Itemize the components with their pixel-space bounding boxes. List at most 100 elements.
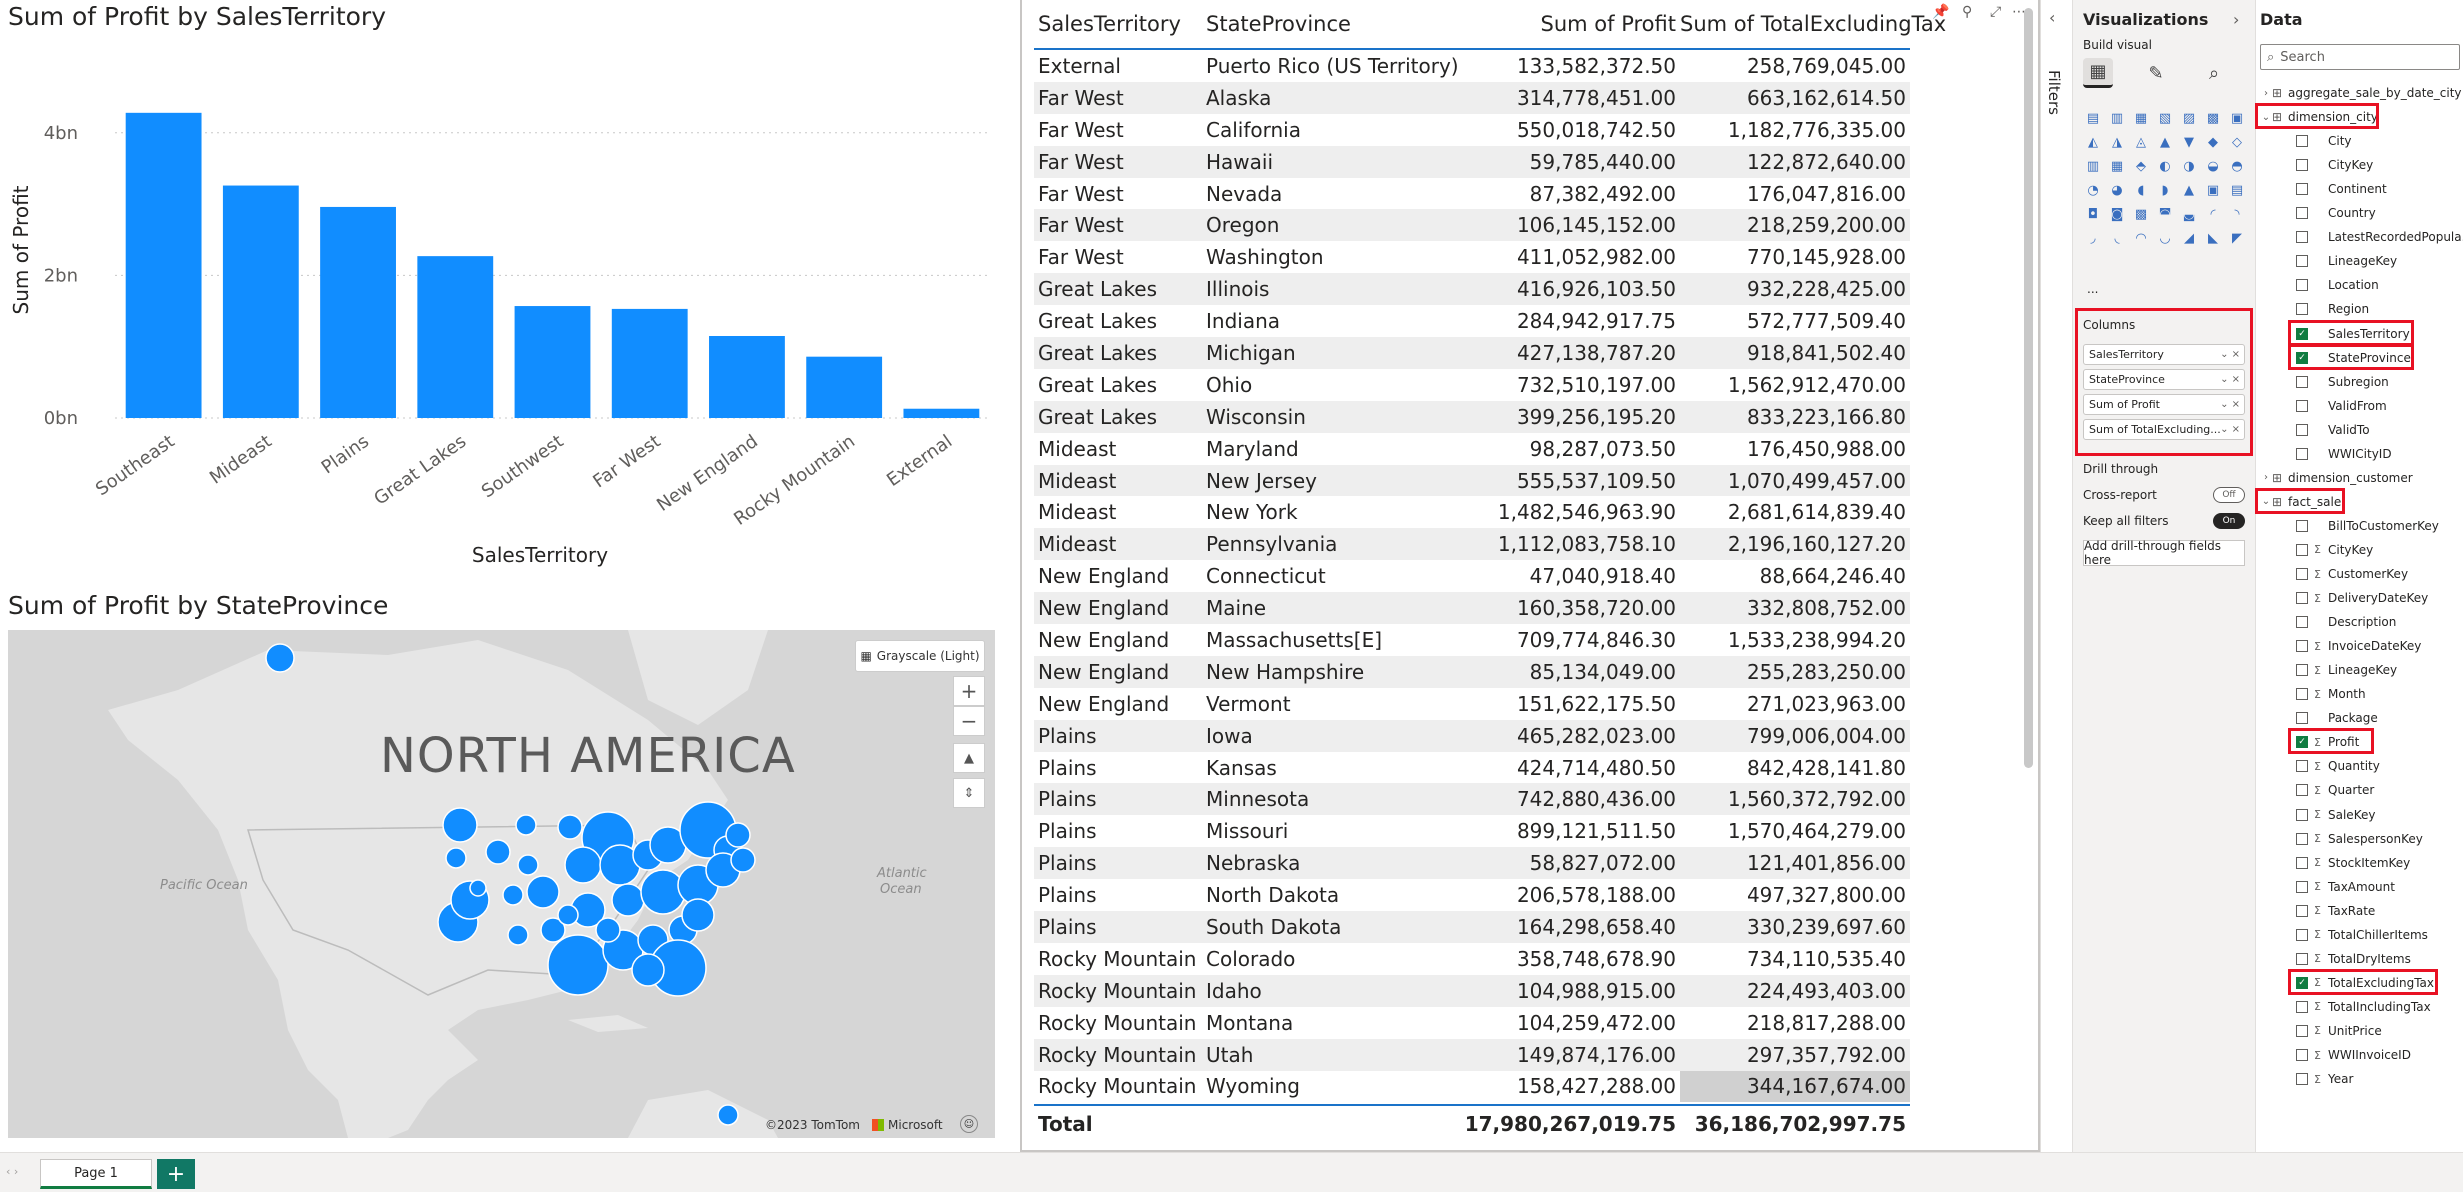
build-visual-tab-icon[interactable]: ▦ — [2083, 58, 2113, 88]
focus-mode-icon[interactable]: ⤢ — [1990, 4, 2001, 20]
col-header-sum-of-totalexcludingtax[interactable]: Sum of TotalExcludingTax — [1680, 12, 1946, 36]
keep-filters-toggle[interactable]: On — [2213, 513, 2245, 529]
checkbox-icon[interactable] — [2296, 712, 2308, 725]
checkbox-icon[interactable] — [2296, 1073, 2308, 1086]
visual-type-icon[interactable]: ◕ — [2107, 180, 2127, 200]
checkbox-icon[interactable] — [2296, 519, 2308, 532]
table-row[interactable]: New England Connecticut 47,040,918.40 88,66… — [1034, 560, 1910, 592]
visual-type-icon[interactable]: ▤ — [2227, 180, 2247, 200]
cross-report-toggle[interactable]: Off — [2213, 487, 2245, 503]
map-visual[interactable]: Sum of Profit by StateProvince ▦ Grayscal… — [0, 588, 1000, 1144]
visual-type-icon[interactable]: ▩ — [2203, 108, 2223, 128]
page-tab-page-1[interactable]: Page 1 — [40, 1159, 152, 1189]
table-row[interactable]: Great Lakes Indiana 284,942,917.75 572,777,… — [1034, 305, 1910, 337]
field-continent[interactable]: Continent — [2296, 178, 2387, 200]
table-row[interactable]: External Puerto Rico (US Territory) 133,58… — [1034, 50, 1910, 82]
visual-type-icon[interactable]: ▲ — [2179, 180, 2199, 200]
checkbox-icon[interactable] — [2296, 904, 2308, 917]
col-header-sum-of-profit[interactable]: Sum of Profit — [1464, 12, 1680, 36]
checkbox-icon[interactable] — [2296, 688, 2308, 701]
bar-new-england[interactable] — [709, 336, 785, 418]
field-lineagekey[interactable]: LineageKey — [2296, 250, 2397, 272]
visual-type-icon[interactable]: ▧ — [2155, 108, 2175, 128]
drill-through-drop-zone[interactable]: Add drill-through fields here — [2083, 539, 2245, 567]
field-wwicityid[interactable]: WWICityID — [2296, 443, 2392, 465]
visual-type-icon[interactable]: ◞ — [2083, 228, 2103, 248]
field-deliverydatekey[interactable]: Σ DeliveryDateKey — [2296, 587, 2428, 609]
visual-type-icon[interactable]: ▣ — [2227, 108, 2247, 128]
visual-type-icon[interactable]: ▦ — [2131, 108, 2151, 128]
checkbox-icon[interactable] — [2296, 375, 2308, 388]
table-row[interactable]: Rocky Mountain Idaho 104,988,915.00 224,493… — [1034, 974, 1910, 1007]
checkbox-icon[interactable] — [2296, 568, 2308, 580]
table-node-aggregate_sale_by_date_city[interactable]: › ⊞ aggregate_sale_by_date_city — [2260, 82, 2462, 104]
table-row[interactable]: Great Lakes Michigan 427,138,787.20 918,841… — [1034, 337, 1910, 369]
visual-type-icon[interactable]: ▨ — [2179, 108, 2199, 128]
bar-rocky-mountain[interactable] — [806, 356, 883, 418]
table-scrollbar[interactable] — [2024, 8, 2033, 768]
table-row[interactable]: Great Lakes Wisconsin 399,256,195.20 833,22… — [1034, 400, 1910, 433]
table-row[interactable]: New England Vermont 151,622,175.50 271,023,… — [1034, 688, 1910, 720]
checkbox-icon[interactable] — [2296, 640, 2308, 653]
table-row[interactable]: Plains North Dakota 206,578,188.00 497,327,… — [1034, 879, 1910, 911]
checkbox-icon[interactable] — [2296, 231, 2308, 244]
field-salespersonkey[interactable]: Σ SalespersonKey — [2296, 828, 2423, 850]
field-wwiinvoiceid[interactable]: Σ WWIInvoiceID — [2296, 1044, 2411, 1066]
add-page-button[interactable]: + — [157, 1159, 195, 1189]
visual-type-icon[interactable]: ◝ — [2227, 204, 2247, 224]
checkbox-icon[interactable] — [2296, 856, 2308, 869]
page-nav-arrows-icon[interactable]: ‹ › — [6, 1165, 18, 1178]
field-taxrate[interactable]: Σ TaxRate — [2296, 900, 2375, 922]
checkbox-icon[interactable] — [2296, 880, 2308, 893]
map-area[interactable] — [8, 630, 995, 1138]
visual-type-icon[interactable]: ▦ — [2107, 156, 2127, 176]
field-totalincludingtax[interactable]: Σ TotalIncludingTax — [2296, 996, 2431, 1018]
field-quarter[interactable]: Σ Quarter — [2296, 779, 2374, 801]
checkbox-icon[interactable] — [2296, 952, 2308, 965]
checkbox-icon[interactable] — [2296, 592, 2308, 605]
visual-type-icon[interactable]: ▤ — [2083, 108, 2103, 128]
bar-mideast[interactable] — [222, 185, 299, 418]
checkbox-icon[interactable] — [2296, 207, 2308, 220]
visual-type-icon[interactable]: ◒ — [2203, 156, 2223, 176]
checkbox-icon[interactable] — [2296, 1000, 2308, 1013]
checkbox-icon[interactable] — [2296, 664, 2308, 677]
table-row[interactable]: Far West California 550,018,742.50 1,182,77… — [1034, 114, 1910, 146]
field-citykey[interactable]: CityKey — [2296, 154, 2373, 176]
table-row[interactable]: Rocky Mountain Wyoming 158,427,288.00 344,1… — [1034, 1070, 1910, 1103]
filter-icon[interactable]: ⚲ — [1962, 4, 1972, 20]
visual-type-icon[interactable]: ◚ — [2155, 204, 2175, 224]
checkbox-icon[interactable] — [2296, 135, 2308, 148]
expand-pane-icon[interactable]: › — [2233, 10, 2239, 29]
field-unitprice[interactable]: Σ UnitPrice — [2296, 1020, 2382, 1042]
table-row[interactable]: New England New Hampshire 85,134,049.00 255… — [1034, 655, 1910, 688]
field-invoicedatekey[interactable]: Σ InvoiceDateKey — [2296, 635, 2421, 657]
visual-type-icon[interactable]: ◟ — [2107, 228, 2127, 248]
checkbox-icon[interactable] — [2296, 183, 2308, 196]
visual-type-icon[interactable]: ⬘ — [2131, 156, 2151, 176]
filters-label[interactable]: Filters — [2045, 70, 2063, 115]
checkbox-icon[interactable] — [2296, 760, 2308, 773]
zoom-out-button[interactable]: − — [953, 706, 985, 736]
field-region[interactable]: Region — [2296, 298, 2369, 320]
checkbox-icon[interactable] — [2296, 423, 2308, 436]
visual-type-icon[interactable]: ▣ — [2203, 180, 2223, 200]
table-visual[interactable]: 📌 ⚲ ⤢ ⋯ SalesTerritory StateProvince Sum… — [1020, 0, 2040, 1152]
tilt-icon[interactable]: ▲ — [953, 743, 985, 773]
field-salekey[interactable]: Σ SaleKey — [2296, 804, 2375, 826]
visual-type-icon[interactable]: ◮ — [2107, 132, 2127, 152]
bar-great-lakes[interactable] — [417, 256, 494, 418]
visual-type-icon[interactable]: ▥ — [2083, 156, 2103, 176]
checkbox-icon[interactable] — [2296, 303, 2308, 316]
checkbox-icon[interactable] — [2296, 808, 2308, 821]
bar-external[interactable] — [903, 408, 980, 418]
table-row[interactable]: Plains Nebraska 58,827,072.00 121,401,856.0… — [1034, 847, 1910, 880]
chevron-right-icon[interactable]: › — [2260, 88, 2272, 99]
table-node-dimension_customer[interactable]: › ⊞ dimension_customer — [2260, 467, 2413, 489]
visual-type-icon[interactable]: ◐ — [2155, 156, 2175, 176]
table-row[interactable]: New England Massachusetts[E] 709,774,846.3… — [1034, 624, 1910, 656]
checkbox-icon[interactable] — [2296, 784, 2308, 797]
col-header-salesterritory[interactable]: SalesTerritory — [1034, 12, 1202, 36]
field-package[interactable]: Package — [2296, 707, 2378, 729]
table-row[interactable]: Mideast Pennsylvania 1,112,083,758.10 2,196… — [1034, 528, 1910, 561]
